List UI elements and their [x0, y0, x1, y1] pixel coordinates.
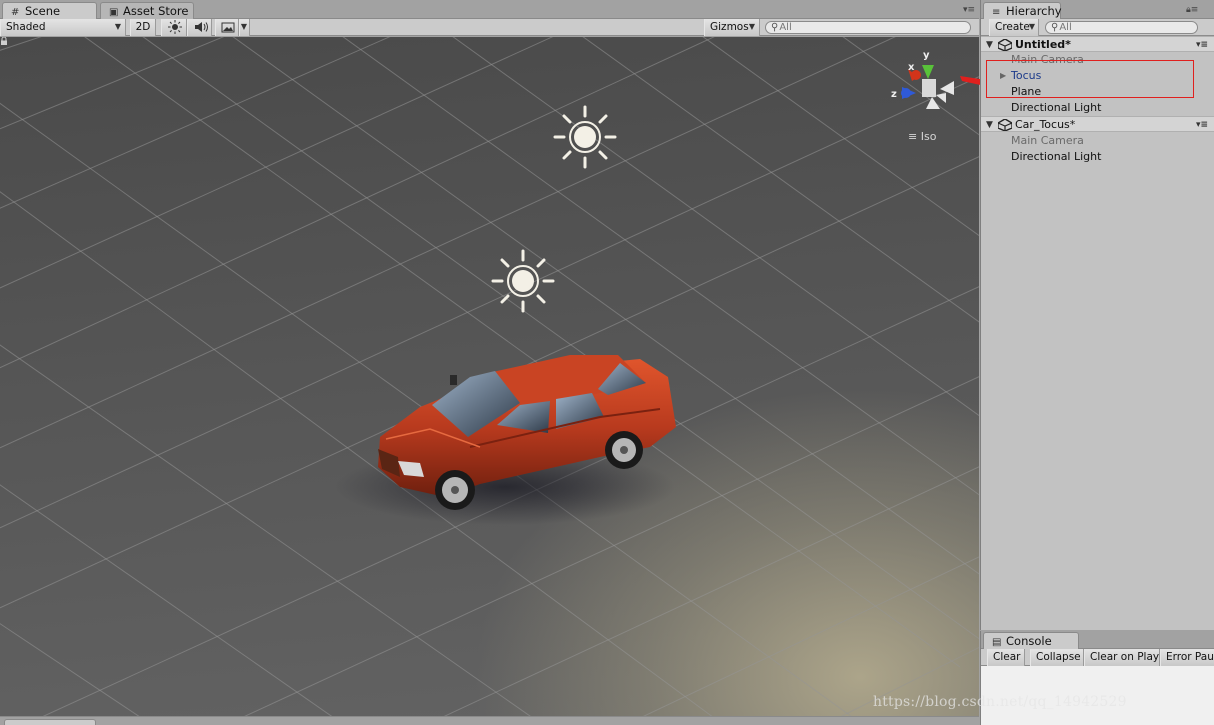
scene-header-untitled[interactable]: ▼ Untitled* ▾≡	[981, 36, 1214, 52]
store-bag-icon: ▣	[109, 7, 119, 18]
hierarchy-item-directional-light[interactable]: Directional Light	[981, 149, 1214, 165]
lighting-toggle[interactable]	[161, 19, 187, 36]
caret-down-icon: ▼	[114, 22, 121, 31]
collapse-button[interactable]: Collapse	[1030, 649, 1084, 666]
effects-dropdown[interactable]: ▼	[239, 19, 250, 36]
hierarchy-item-directional-light[interactable]: Directional Light	[981, 100, 1214, 116]
scene-search-input[interactable]: ⚲All	[765, 21, 971, 34]
directional-light-gizmo[interactable]	[491, 249, 555, 313]
scene-tabbar: # Scene ▣ Asset Store ▾≡	[0, 0, 979, 19]
console-window: ▤ Console Clear Collapse Clear on Play Er…	[980, 631, 1214, 725]
search-icon: ⚲	[1051, 22, 1059, 33]
scene-window: # Scene ▣ Asset Store ▾≡ Shaded ▼ 2D ▼ G…	[0, 0, 979, 716]
annotation-highlight-box	[986, 60, 1194, 98]
gizmo-z-label: z	[891, 89, 897, 100]
hierarchy-tabbar: ≡ Hierarchy 🔒︎≡	[981, 0, 1214, 19]
scene-header-car-tocus[interactable]: ▼ Car_Tocus* ▾≡	[981, 116, 1214, 132]
hash-icon: #	[11, 7, 20, 18]
tab-menu-icon[interactable]: ▾≡	[963, 6, 975, 15]
unity-scene-icon	[998, 39, 1012, 51]
bottom-tabbar	[0, 716, 979, 725]
lock-icon[interactable]	[0, 37, 8, 45]
scene-render: x y z	[0, 37, 979, 716]
scene-menu-icon[interactable]: ▾≡	[1196, 37, 1208, 53]
search-icon: ⚲	[771, 22, 779, 33]
list-icon: ≡	[992, 7, 1001, 18]
scene-viewport[interactable]: x y z ≡ Iso	[0, 37, 979, 716]
fold-down-icon[interactable]: ▼	[986, 117, 993, 133]
clear-on-play-button[interactable]: Clear on Play	[1084, 649, 1160, 666]
draw-mode-dropdown[interactable]: Shaded ▼	[0, 19, 126, 36]
gizmo-x-label: x	[908, 62, 915, 73]
unity-scene-icon	[998, 119, 1012, 131]
gizmo-y-label: y	[923, 50, 930, 61]
hierarchy-search-input[interactable]: ⚲All	[1045, 21, 1198, 34]
console-toolbar: Clear Collapse Clear on Play Error Paus	[981, 649, 1214, 666]
toggle-2d-button[interactable]: 2D	[130, 19, 156, 36]
console-icon: ▤	[992, 637, 1002, 648]
caret-down-icon: ▼	[748, 22, 755, 31]
projection-label[interactable]: ≡ Iso	[908, 130, 936, 143]
create-dropdown[interactable]: Create ▼	[989, 19, 1039, 36]
error-pause-button[interactable]: Error Paus	[1160, 649, 1214, 666]
tab-console[interactable]: ▤ Console	[983, 632, 1079, 649]
audio-toggle[interactable]	[187, 19, 212, 36]
hierarchy-lock-menu-icon[interactable]: 🔒︎≡	[1186, 6, 1210, 15]
hierarchy-tree: ▼ Untitled* ▾≡ Main Camera ▶ Tocus Plane…	[981, 36, 1214, 630]
orientation-gizmo[interactable]: x y z	[891, 50, 954, 109]
effects-toggle[interactable]	[215, 19, 239, 36]
tab-bottom-partial[interactable]	[4, 719, 96, 725]
speaker-icon	[195, 22, 208, 32]
scene-menu-icon[interactable]: ▾≡	[1196, 117, 1208, 133]
caret-down-icon: ▼	[240, 22, 247, 31]
directional-light-gizmo[interactable]	[553, 105, 617, 169]
car-model[interactable]	[335, 355, 676, 525]
watermark-text: https://blog.csdn.net/qq_14942529	[873, 694, 1127, 710]
image-icon	[221, 22, 235, 33]
sun-icon	[168, 20, 182, 34]
gizmos-dropdown[interactable]: Gizmos ▼	[704, 19, 760, 36]
fold-down-icon[interactable]: ▼	[986, 37, 993, 53]
tab-hierarchy[interactable]: ≡ Hierarchy	[983, 2, 1062, 19]
hierarchy-window: ≡ Hierarchy 🔒︎≡ Create ▼ ⚲All ▼ Untitled* …	[980, 0, 1214, 630]
console-tabbar: ▤ Console	[981, 631, 1214, 649]
tab-asset-store[interactable]: ▣ Asset Store	[100, 2, 194, 19]
caret-down-icon: ▼	[1028, 22, 1035, 31]
hierarchy-toolbar: Create ▼ ⚲All	[981, 19, 1214, 36]
clear-button[interactable]: Clear	[987, 649, 1025, 666]
scene-toolbar: Shaded ▼ 2D ▼ Gizmos ▼ ⚲All	[0, 19, 979, 36]
tab-scene[interactable]: # Scene	[2, 2, 97, 19]
hierarchy-item-main-camera[interactable]: Main Camera	[981, 133, 1214, 149]
